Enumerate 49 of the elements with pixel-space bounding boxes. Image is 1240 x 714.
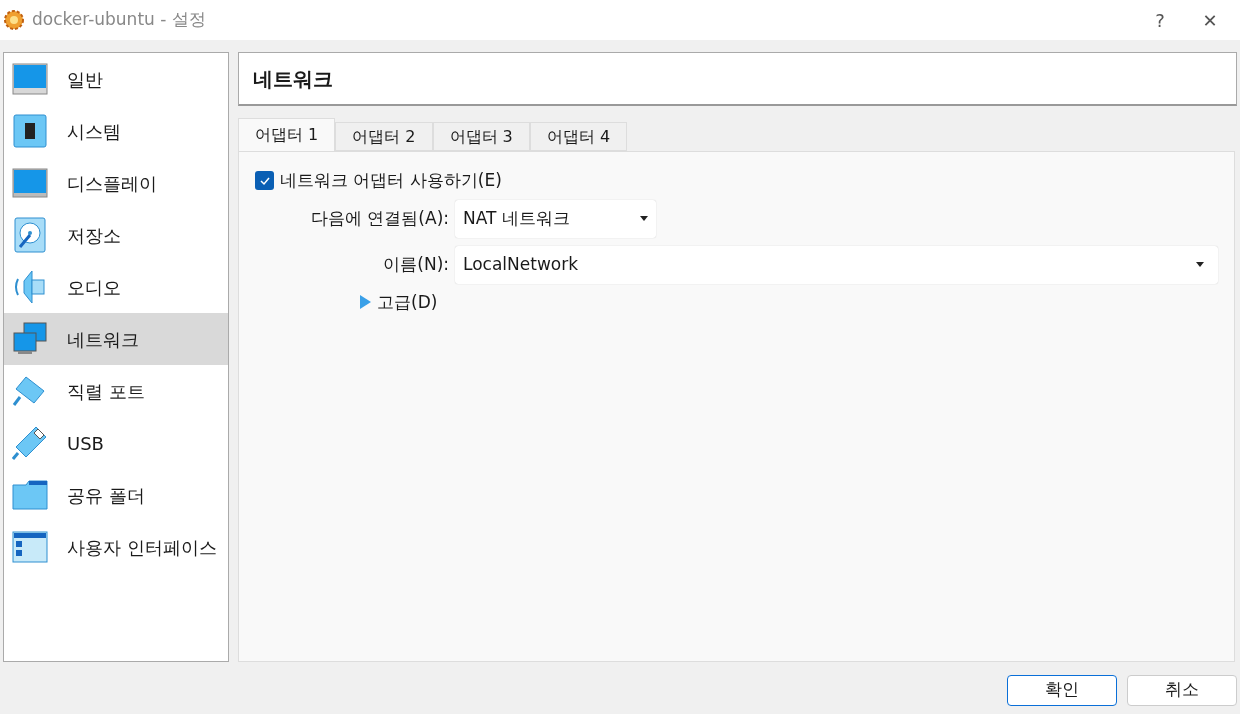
dialog-button[interactable]: 취소 bbox=[1127, 674, 1237, 706]
sidebar-item[interactable]: 시스템 bbox=[4, 105, 228, 157]
sidebar-item[interactable]: 직렬 포트 bbox=[4, 365, 228, 417]
window-title: docker-ubuntu - 설정 bbox=[32, 8, 206, 32]
folder-icon bbox=[12, 477, 48, 513]
tab[interactable]: 어댑터 1 bbox=[238, 118, 336, 151]
tab[interactable]: 어댑터 2 bbox=[335, 122, 433, 151]
page-title: 네트워크 bbox=[253, 65, 333, 93]
sidebar-item-label: 공유 폴더 bbox=[67, 483, 145, 508]
sidebar-item-label: 직렬 포트 bbox=[67, 379, 145, 404]
network-icon bbox=[12, 321, 48, 357]
dropdown[interactable]: NAT 네트워크 bbox=[455, 199, 656, 238]
help-button[interactable]: ? bbox=[1140, 6, 1180, 34]
close-button[interactable]: ✕ bbox=[1180, 6, 1240, 34]
sidebar-item[interactable]: 사용자 인터페이스 bbox=[4, 521, 228, 573]
sidebar-item-label: 저장소 bbox=[67, 223, 121, 248]
monitor-icon bbox=[12, 165, 48, 201]
speaker-icon bbox=[12, 269, 48, 305]
field-label: 이름(N): bbox=[382, 252, 450, 276]
field-label: 다음에 연결됨(A): bbox=[309, 206, 450, 230]
sidebar-item-label: 디스플레이 bbox=[67, 171, 157, 196]
tab[interactable]: 어댑터 4 bbox=[529, 122, 628, 151]
sidebar-item[interactable]: USB bbox=[4, 417, 228, 469]
sidebar-item-label: 일반 bbox=[67, 67, 103, 92]
caret-icon bbox=[640, 216, 648, 221]
gear-logo-icon bbox=[3, 9, 25, 31]
sidebar-item[interactable]: 오디오 bbox=[4, 261, 228, 313]
sidebar-item-label: 오디오 bbox=[67, 275, 121, 300]
sidebar-item-label: 시스템 bbox=[67, 119, 121, 144]
sidebar-item[interactable]: 저장소 bbox=[4, 209, 228, 261]
tab[interactable]: 어댑터 3 bbox=[432, 122, 530, 151]
sidebar-item-label: 사용자 인터페이스 bbox=[67, 535, 217, 560]
checkbox[interactable] bbox=[255, 171, 274, 191]
caret-icon bbox=[1196, 262, 1204, 267]
chip-icon bbox=[12, 113, 48, 149]
window-layout-icon bbox=[12, 529, 48, 565]
checkbox-label: 네트워크 어댑터 사용하기(E) bbox=[280, 169, 502, 192]
sidebar-item[interactable]: 네트워크 bbox=[4, 313, 228, 365]
monitor-icon bbox=[12, 61, 48, 97]
dialog-button[interactable]: 확인 bbox=[1007, 674, 1117, 706]
sidebar-item[interactable]: 일반 bbox=[4, 53, 228, 105]
sidebar-item-label: 네트워크 bbox=[67, 327, 139, 352]
sidebar-item[interactable]: 공유 폴더 bbox=[4, 469, 228, 521]
usb-plug-icon bbox=[12, 425, 48, 461]
sidebar-item[interactable]: 디스플레이 bbox=[4, 157, 228, 209]
collapsed-arrow-icon bbox=[359, 295, 371, 310]
advanced-expander[interactable]: 고급(D) bbox=[359, 289, 438, 315]
sidebar-item-label: USB bbox=[67, 431, 104, 456]
dropdown[interactable]: LocalNetwork bbox=[455, 245, 1218, 284]
